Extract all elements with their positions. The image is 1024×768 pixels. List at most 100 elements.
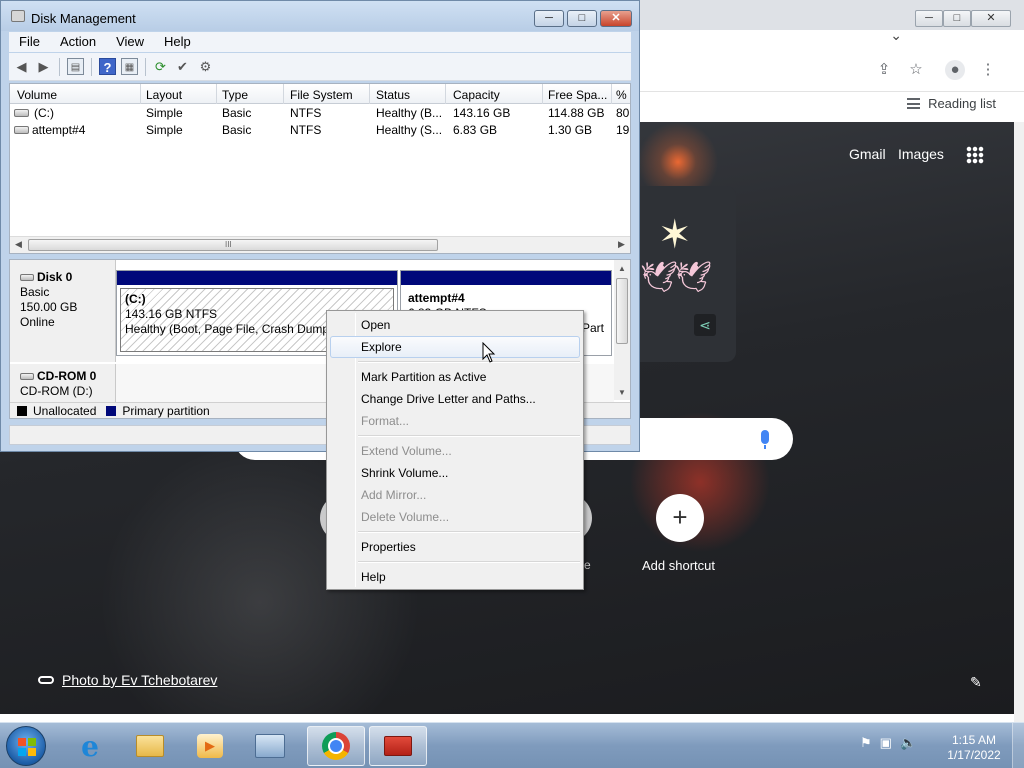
horizontal-scrollbar[interactable]: ◀ III ▶ <box>10 236 630 253</box>
column-divider[interactable] <box>542 84 543 104</box>
column-percent-free[interactable]: % F <box>616 88 630 102</box>
cdrom-drive-letter: CD-ROM (D:) <box>20 384 93 398</box>
bookmark-star-icon[interactable]: ☆ <box>906 60 926 80</box>
start-button[interactable] <box>6 726 46 766</box>
properties-icon[interactable]: ▦ <box>121 58 138 75</box>
cell-type: Basic <box>222 106 252 120</box>
menu-file[interactable]: File <box>9 32 50 52</box>
taskbar-media-player[interactable]: ▶ <box>181 726 239 766</box>
show-desktop-button[interactable] <box>1012 723 1024 768</box>
network-icon[interactable]: ▣ <box>880 735 892 751</box>
images-link[interactable]: Images <box>898 146 944 162</box>
cdrom-0-name: CD-ROM 0 <box>37 369 97 383</box>
add-shortcut-label: Add shortcut <box>642 558 715 573</box>
cell-free-space: 114.88 GB <box>548 106 605 120</box>
taskbar-internet-explorer[interactable]: e <box>61 726 119 766</box>
column-divider[interactable] <box>369 84 370 104</box>
menu-view[interactable]: View <box>106 32 154 52</box>
vertical-scrollbar[interactable]: ▲ ▼ <box>614 260 630 400</box>
taskbar-windows-explorer[interactable] <box>121 726 179 766</box>
reading-list-button[interactable]: Reading list <box>907 96 996 111</box>
menu-item-shrink-volume[interactable]: Shrink Volume... <box>330 462 580 484</box>
toolbar-separator <box>145 58 146 76</box>
menu-item-explore[interactable]: Explore <box>330 336 580 358</box>
minimize-button[interactable]: ─ <box>534 10 564 27</box>
column-divider[interactable] <box>445 84 446 104</box>
table-row[interactable]: attempt#4 Simple Basic NTFS Healthy (S..… <box>10 122 630 139</box>
forward-arrow-icon[interactable]: ▶ <box>35 58 52 75</box>
check-icon[interactable]: ✔ <box>174 58 191 75</box>
share-icon[interactable]: ⇪ <box>874 60 894 80</box>
column-volume[interactable]: Volume <box>17 88 141 102</box>
add-shortcut-button[interactable]: + <box>656 494 704 542</box>
column-status[interactable]: Status <box>376 88 444 102</box>
menu-item-open[interactable]: Open <box>330 314 580 336</box>
photo-credit-label: Photo by Ev Tchebotarev <box>62 672 218 688</box>
scroll-down-arrow-icon[interactable]: ▼ <box>618 388 626 397</box>
photo-credit-link[interactable]: Photo by Ev Tchebotarev <box>38 672 217 688</box>
gmail-link[interactable]: Gmail <box>849 146 886 162</box>
maximize-button[interactable]: □ <box>567 10 597 27</box>
scroll-up-arrow-icon[interactable]: ▲ <box>618 264 626 273</box>
column-file-system[interactable]: File System <box>290 88 368 102</box>
scroll-right-arrow-icon[interactable]: ▶ <box>618 239 625 250</box>
settings-icon[interactable]: ⚙ <box>197 58 214 75</box>
close-button[interactable]: ✕ <box>600 10 632 27</box>
disk-management-titlebar[interactable]: Disk Management ─ □ ✕ <box>1 1 639 31</box>
menu-item-change-drive-letter[interactable]: Change Drive Letter and Paths... <box>330 388 580 410</box>
column-divider[interactable] <box>140 84 141 104</box>
taskbar-google-chrome[interactable] <box>307 726 365 766</box>
chrome-minimize-button[interactable]: ─ <box>915 10 943 27</box>
back-arrow-icon[interactable]: ◀ <box>13 58 30 75</box>
action-center-flag-icon[interactable]: ⚑ <box>860 735 872 751</box>
refresh-icon[interactable]: ⟳ <box>152 58 169 75</box>
chrome-close-button[interactable]: ✕ <box>971 10 1011 27</box>
clock[interactable]: 1:15 AM 1/17/2022 <box>944 733 1004 763</box>
menu-item-mark-active[interactable]: Mark Partition as Active <box>330 366 580 388</box>
volume-icon[interactable]: 🔈 <box>900 735 916 751</box>
column-type[interactable]: Type <box>222 88 282 102</box>
hard-drive-icon <box>14 109 29 117</box>
column-free-space[interactable]: Free Spa... <box>548 88 610 102</box>
chrome-scrollbar[interactable] <box>1014 122 1024 722</box>
disk-management-icon <box>11 10 25 22</box>
cell-percent-free: 19 <box>616 123 630 137</box>
google-apps-icon[interactable] <box>966 146 984 164</box>
taskbar-toolbox[interactable] <box>369 726 427 766</box>
menu-item-help[interactable]: Help <box>330 566 580 588</box>
menu-separator <box>358 531 580 533</box>
tab-search-chevron-icon[interactable]: ⌄ <box>890 27 902 44</box>
scroll-left-arrow-icon[interactable]: ◀ <box>15 239 22 250</box>
chrome-menu-icon[interactable]: ⋮ <box>978 60 998 80</box>
profile-avatar-icon[interactable]: ● <box>945 60 965 80</box>
folder-icon <box>136 735 164 757</box>
chrome-maximize-button[interactable]: □ <box>943 10 971 27</box>
primary-partition-bar <box>117 271 397 285</box>
taskbar-server-manager[interactable] <box>241 726 299 766</box>
help-icon[interactable]: ? <box>99 58 116 75</box>
scrollbar-thumb[interactable]: III <box>28 239 438 251</box>
scrollbar-grip: III <box>225 240 232 249</box>
menu-item-properties[interactable]: Properties <box>330 536 580 558</box>
cell-layout: Simple <box>146 123 183 137</box>
column-divider[interactable] <box>216 84 217 104</box>
menu-help[interactable]: Help <box>154 32 201 52</box>
cdrom-drive-icon <box>20 373 34 380</box>
primary-partition-bar <box>401 271 611 285</box>
customize-pencil-icon[interactable]: ✎ <box>970 674 982 691</box>
hard-drive-icon <box>14 126 29 134</box>
scrollbar-thumb[interactable] <box>616 278 628 344</box>
cdrom-0-label[interactable]: CD-ROM 0 CD-ROM (D:) <box>10 364 116 402</box>
table-row[interactable]: (C:) Simple Basic NTFS Healthy (B... 143… <box>10 105 630 122</box>
console-tree-icon[interactable]: ▤ <box>67 58 84 75</box>
google-doodle[interactable]: ✶ 🕊🕊 ⋖ <box>628 186 736 362</box>
disk-0-label[interactable]: Disk 0 Basic 150.00 GB Online <box>10 260 116 362</box>
column-divider[interactable] <box>283 84 284 104</box>
column-divider[interactable] <box>611 84 612 104</box>
microphone-icon[interactable] <box>761 430 769 449</box>
column-layout[interactable]: Layout <box>146 88 216 102</box>
menu-action[interactable]: Action <box>50 32 106 52</box>
toolbar-separator <box>59 58 60 76</box>
column-capacity[interactable]: Capacity <box>453 88 541 102</box>
doodle-share-icon[interactable]: ⋖ <box>694 314 716 336</box>
